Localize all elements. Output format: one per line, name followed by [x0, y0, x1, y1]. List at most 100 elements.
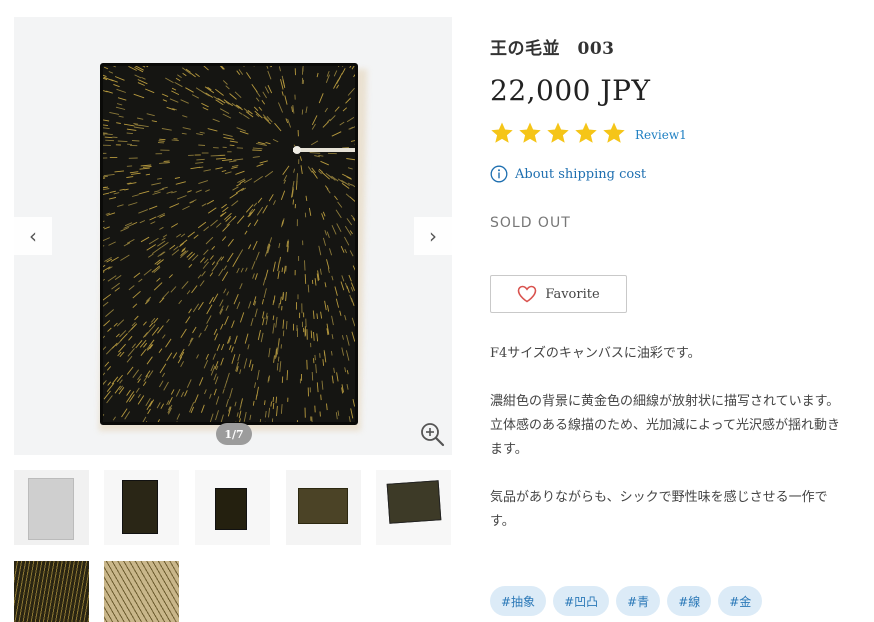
- tag-chip[interactable]: #抽象: [490, 586, 547, 616]
- painting-stroke: [117, 97, 127, 101]
- painting-image: [100, 63, 358, 425]
- thumbnail-7[interactable]: [104, 561, 179, 622]
- painting-stroke: [321, 213, 325, 220]
- painting-stroke: [310, 140, 319, 146]
- painting-stroke: [203, 249, 209, 256]
- painting-stroke: [244, 333, 249, 344]
- painting-stroke: [140, 236, 150, 243]
- thumbnail-4[interactable]: [286, 470, 361, 545]
- tag-chip[interactable]: #線: [667, 586, 712, 616]
- painting-stroke: [350, 287, 354, 292]
- painting-stroke: [220, 343, 225, 351]
- painting-stroke: [116, 319, 125, 327]
- painting-stroke: [143, 342, 148, 348]
- painting-stroke: [212, 118, 220, 123]
- thumbnail-2[interactable]: [104, 470, 179, 545]
- painting-stroke: [165, 77, 174, 83]
- thumbnail-5[interactable]: [376, 470, 451, 545]
- painting-stroke: [323, 351, 327, 363]
- product-price: 22,000 JPY: [490, 74, 651, 107]
- painting-stroke: [159, 188, 165, 191]
- painting-stroke: [225, 305, 229, 311]
- shipping-cost-link[interactable]: About shipping cost: [490, 165, 646, 183]
- painting-stroke: [224, 380, 228, 389]
- painting-stroke: [318, 93, 324, 104]
- main-product-image[interactable]: ‹ › 1/7: [14, 17, 452, 455]
- painting-stroke: [137, 117, 144, 120]
- painting-stroke: [204, 389, 207, 395]
- review-link[interactable]: Review1: [635, 128, 687, 142]
- thumbnail-3[interactable]: [195, 470, 270, 545]
- previous-image-button[interactable]: ‹: [14, 217, 52, 255]
- painting-stroke: [103, 346, 107, 351]
- painting-stroke: [291, 106, 294, 113]
- painting-stroke: [286, 370, 289, 381]
- painting-stroke: [341, 335, 344, 340]
- painting-stroke: [228, 160, 237, 163]
- painting-stroke: [195, 161, 204, 164]
- next-image-button[interactable]: ›: [414, 217, 452, 255]
- painting-stroke: [233, 294, 239, 305]
- info-icon: [490, 165, 508, 183]
- painting-stroke: [161, 128, 172, 131]
- star-icon: [547, 122, 569, 143]
- painting-stroke: [295, 180, 298, 190]
- painting-stroke: [238, 111, 243, 115]
- painting-stroke: [242, 114, 250, 120]
- tag-chip[interactable]: #金: [718, 586, 763, 616]
- tag-chip[interactable]: #青: [616, 586, 661, 616]
- painting-stroke: [352, 265, 355, 271]
- painting-stroke: [335, 209, 342, 219]
- painting-stroke: [311, 371, 314, 381]
- painting-stroke: [278, 243, 281, 249]
- painting-stroke: [142, 381, 147, 387]
- rating-stars: [490, 121, 626, 145]
- painting-stroke: [150, 221, 156, 225]
- thumbnail-6[interactable]: [14, 561, 89, 622]
- painting-stroke: [224, 171, 232, 175]
- painting-stroke: [350, 408, 354, 419]
- painting-stroke: [221, 170, 227, 173]
- painting-stroke: [128, 335, 133, 341]
- painting-stroke: [103, 127, 110, 130]
- painting-stroke: [170, 389, 175, 395]
- painting-stroke: [222, 223, 230, 232]
- painting-stroke: [131, 194, 139, 197]
- zoom-button[interactable]: [418, 421, 446, 449]
- painting-stroke: [131, 140, 140, 142]
- painting-stroke: [185, 87, 194, 93]
- painting-stroke: [116, 122, 121, 124]
- painting-stroke: [266, 66, 269, 69]
- painting-stroke: [192, 303, 200, 313]
- painting-stroke: [257, 197, 263, 203]
- painting-stroke: [118, 115, 124, 118]
- painting-stroke: [181, 281, 189, 289]
- painting-stroke: [314, 278, 317, 286]
- painting-stroke: [341, 275, 345, 282]
- painting-stroke: [128, 66, 137, 71]
- favorite-button[interactable]: Favorite: [490, 275, 627, 313]
- painting-stroke: [159, 162, 170, 164]
- painting-stroke: [256, 369, 260, 380]
- painting-stroke: [137, 82, 145, 86]
- painting-stroke: [227, 238, 234, 247]
- painting-stroke: [103, 74, 107, 78]
- painting-stroke: [247, 344, 250, 350]
- painting-stroke: [153, 282, 163, 291]
- painting-stroke: [351, 66, 355, 70]
- painting-stroke: [192, 254, 199, 261]
- painting-stroke: [103, 192, 110, 195]
- tag-chip[interactable]: #凹凸: [553, 586, 610, 616]
- painting-stroke: [175, 388, 181, 397]
- painting-stroke: [120, 254, 130, 261]
- thumbnail-1[interactable]: [14, 470, 89, 545]
- painting-stroke: [285, 265, 287, 272]
- painting-stroke: [245, 267, 248, 272]
- painting-stroke: [103, 335, 106, 339]
- painting-stroke: [198, 180, 209, 185]
- painting-stroke: [272, 402, 275, 410]
- painting-stroke: [333, 367, 335, 373]
- painting-stroke: [128, 285, 135, 291]
- painting-stroke: [180, 99, 189, 104]
- painting-stroke: [316, 313, 318, 319]
